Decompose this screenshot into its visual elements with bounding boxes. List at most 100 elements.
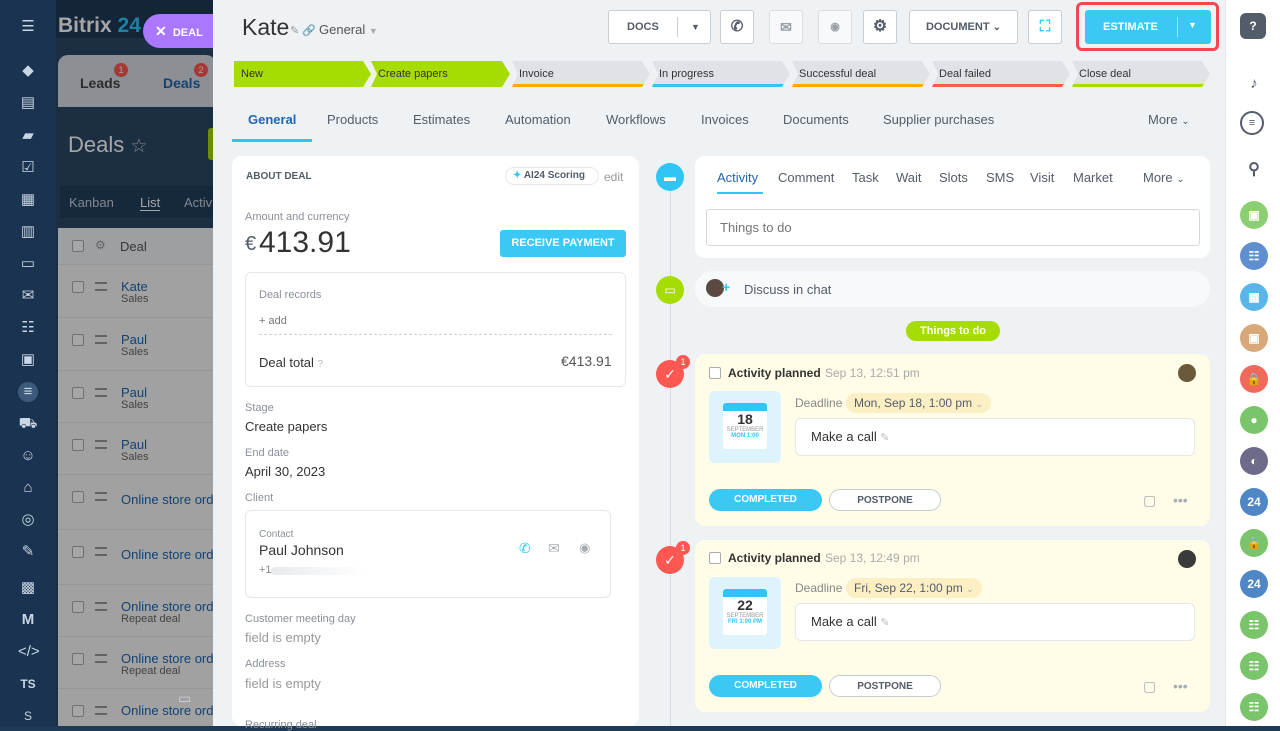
- activity-tab-market[interactable]: Market: [1073, 170, 1113, 185]
- receive-payment-button[interactable]: RECEIVE PAYMENT: [500, 230, 626, 257]
- chat-icon[interactable]: ◉: [579, 540, 590, 556]
- bank-icon[interactable]: ⌂: [18, 478, 38, 498]
- menu-icon[interactable]: ☰: [18, 17, 38, 37]
- call-icon[interactable]: ✆: [519, 540, 531, 557]
- mail-icon[interactable]: ✉: [769, 10, 803, 44]
- drive-icon[interactable]: ▭: [18, 254, 38, 274]
- chat-icon[interactable]: ▰: [18, 126, 38, 146]
- scan-icon[interactable]: ⛶: [1028, 10, 1062, 44]
- stage-new[interactable]: New: [234, 61, 371, 87]
- tab-documents[interactable]: Documents: [783, 112, 849, 127]
- meeting-value[interactable]: field is empty: [245, 630, 321, 645]
- group-icon[interactable]: ☷: [1240, 242, 1268, 270]
- activity-tab-slots[interactable]: Slots: [939, 170, 968, 185]
- s-icon[interactable]: S: [18, 706, 38, 726]
- docs-icon[interactable]: ▥: [18, 222, 38, 242]
- ai-scoring-button[interactable]: ✦ AI24 Scoring: [505, 167, 599, 185]
- note-icon[interactable]: ▢: [1143, 678, 1156, 695]
- robot-icon[interactable]: ☺: [18, 446, 38, 466]
- stage-failed[interactable]: Deal failed: [932, 61, 1070, 87]
- employees-icon[interactable]: ☷: [18, 318, 38, 338]
- avatar[interactable]: ◐: [1240, 447, 1268, 475]
- add-record-link[interactable]: + add: [259, 315, 287, 327]
- feed-icon[interactable]: ◆: [18, 61, 38, 81]
- contact-phone[interactable]: +1: [259, 564, 272, 576]
- tab-invoices[interactable]: Invoices: [701, 112, 749, 127]
- bitrix24-icon[interactable]: 24: [1240, 488, 1268, 516]
- sign-icon[interactable]: ✎: [18, 542, 38, 562]
- market-icon[interactable]: M: [18, 610, 38, 630]
- edit-link[interactable]: edit: [604, 170, 623, 184]
- dev-icon[interactable]: </>: [18, 642, 40, 662]
- activity-tab-more[interactable]: More ⌄: [1143, 170, 1185, 185]
- search-icon[interactable]: ⚲: [1240, 156, 1268, 184]
- tab-products[interactable]: Products: [327, 112, 378, 127]
- contacts-icon[interactable]: ▣: [18, 350, 38, 370]
- tab-workflows[interactable]: Workflows: [606, 112, 666, 127]
- todo-input[interactable]: [706, 209, 1200, 246]
- contact-name[interactable]: Paul Johnson: [259, 542, 344, 558]
- estimate-button[interactable]: ESTIMATE ▼: [1085, 10, 1211, 44]
- completed-button[interactable]: COMPLETED: [709, 489, 822, 511]
- box-icon[interactable]: ▩: [18, 578, 38, 598]
- messages-icon[interactable]: ≡: [1240, 111, 1264, 135]
- stage-in-progress[interactable]: In progress: [652, 61, 790, 87]
- mail-icon[interactable]: ✉: [18, 286, 38, 306]
- chat-icon[interactable]: ◉: [818, 10, 852, 44]
- tab-estimates[interactable]: Estimates: [413, 112, 470, 127]
- bell-icon[interactable]: ♪: [1240, 70, 1268, 98]
- phone-icon[interactable]: ✆: [720, 10, 754, 44]
- edit-title-icon[interactable]: ✎ 🔗: [290, 24, 316, 37]
- task-checkbox[interactable]: [709, 552, 721, 564]
- contact-card-icon[interactable]: ▣: [1240, 201, 1268, 229]
- target-icon[interactable]: ◎: [18, 510, 38, 530]
- stage-successful[interactable]: Successful deal: [792, 61, 930, 87]
- close-slider-button[interactable]: ✕ DEAL: [143, 14, 215, 48]
- docs-button[interactable]: DOCS ▼: [608, 10, 711, 44]
- task-description[interactable]: Make a call ✎: [795, 603, 1195, 641]
- task-checkbox[interactable]: [709, 367, 721, 379]
- cart-icon[interactable]: ⛟: [18, 414, 38, 434]
- more-dots-icon[interactable]: •••: [1173, 492, 1188, 508]
- settings-gear-icon[interactable]: ⚙: [863, 10, 897, 44]
- more-dots-icon[interactable]: •••: [1173, 678, 1188, 694]
- tasks-icon[interactable]: ▤: [18, 93, 38, 113]
- activity-tab-activity[interactable]: Activity: [717, 170, 758, 185]
- deal-title[interactable]: Kate: [242, 14, 289, 41]
- help-icon[interactable]: ?: [1240, 13, 1266, 39]
- checklist-icon[interactable]: ☑: [18, 158, 38, 178]
- crm-icon[interactable]: ≡: [18, 382, 38, 402]
- group-icon[interactable]: ☷: [1240, 693, 1268, 721]
- stage-close-deal[interactable]: Close deal: [1072, 61, 1210, 87]
- user-icon[interactable]: ●: [1240, 406, 1268, 434]
- tab-general[interactable]: General: [248, 112, 296, 127]
- lock-icon[interactable]: 🔒: [1240, 529, 1268, 557]
- group-icon[interactable]: ☷: [1240, 611, 1268, 639]
- contact-card-icon[interactable]: ▣: [1240, 324, 1268, 352]
- completed-button[interactable]: COMPLETED: [709, 675, 822, 697]
- tab-more[interactable]: More ⌄: [1148, 112, 1190, 127]
- category-select[interactable]: General ▼: [319, 22, 378, 37]
- activity-tab-task[interactable]: Task: [852, 170, 879, 185]
- mail-icon[interactable]: ✉: [548, 540, 560, 557]
- task-description[interactable]: Make a call ✎: [795, 418, 1195, 456]
- activity-tab-visit[interactable]: Visit: [1030, 170, 1054, 185]
- activity-tab-wait[interactable]: Wait: [896, 170, 922, 185]
- address-value[interactable]: field is empty: [245, 676, 321, 691]
- postpone-button[interactable]: POSTPONE: [829, 675, 941, 697]
- postpone-button[interactable]: POSTPONE: [829, 489, 941, 511]
- deadline-chip[interactable]: Fri, Sep 22, 1:00 pm ⌄: [846, 578, 982, 598]
- note-icon[interactable]: ▢: [1143, 492, 1156, 509]
- deadline-chip[interactable]: Mon, Sep 18, 1:00 pm ⌄: [846, 393, 991, 413]
- stage-invoice[interactable]: Invoice: [512, 61, 650, 87]
- tab-supplier-purchases[interactable]: Supplier purchases: [883, 112, 994, 127]
- bitrix24-icon[interactable]: 24: [1240, 570, 1268, 598]
- calendar-chat-icon[interactable]: ▦: [1240, 283, 1268, 311]
- stage-create-papers[interactable]: Create papers: [371, 61, 510, 87]
- tab-automation[interactable]: Automation: [505, 112, 571, 127]
- group-icon[interactable]: ☷: [1240, 652, 1268, 680]
- activity-tab-comment[interactable]: Comment: [778, 170, 834, 185]
- calendar-icon[interactable]: ▦: [18, 190, 38, 210]
- document-button[interactable]: DOCUMENT ⌄: [909, 10, 1018, 44]
- activity-tab-sms[interactable]: SMS: [986, 170, 1014, 185]
